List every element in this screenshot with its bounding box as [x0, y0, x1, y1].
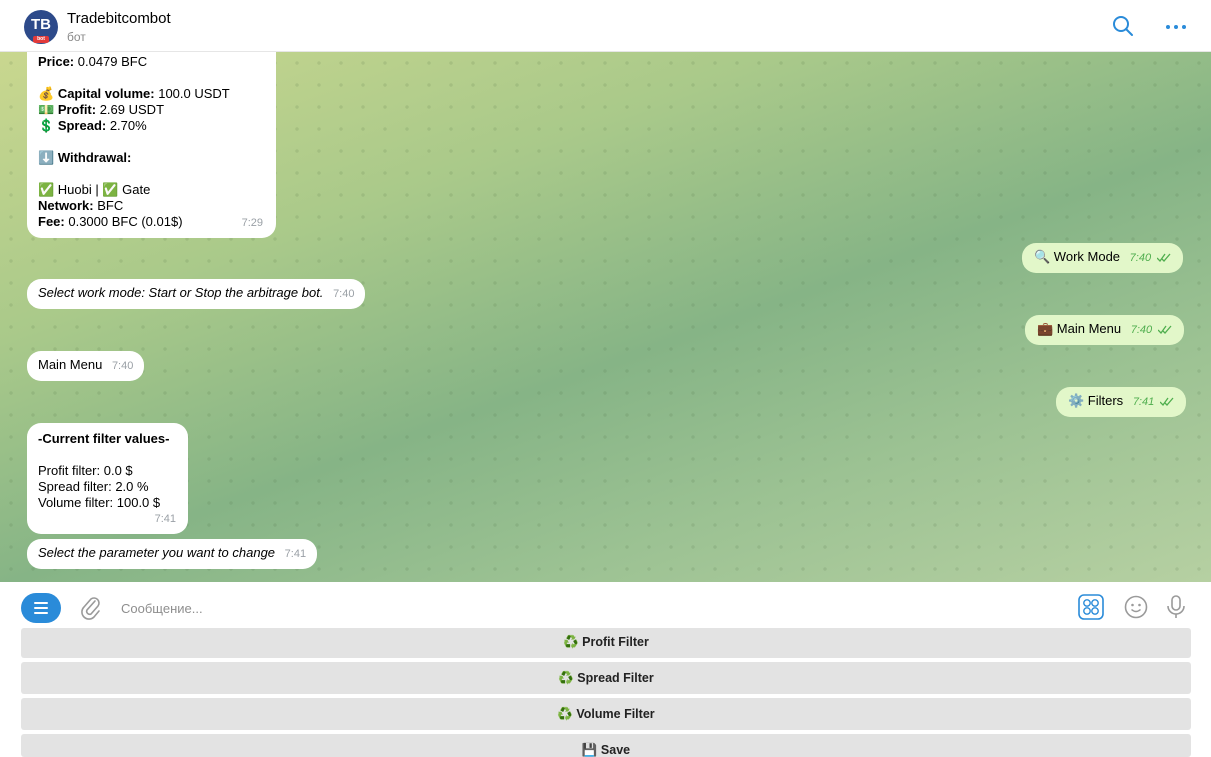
message-input[interactable]	[121, 598, 1021, 618]
message-select-parameter: Select the parameter you want to change …	[27, 539, 318, 569]
message-time: 7:29	[241, 217, 263, 229]
message-time: 7:41	[1132, 396, 1155, 408]
message-filter-values: -Current filter values- Profit filter: 0…	[27, 423, 188, 534]
filter-title: -Current filter values-	[38, 431, 170, 446]
message-time: 7:41	[284, 548, 307, 560]
chat-area[interactable]: Price: 0.0479 BFC 💰 Capital volume: 100.…	[0, 52, 1211, 582]
message-outgoing-work-mode: 🔍 Work Mode 7:40	[1022, 243, 1183, 273]
message-text: 💼 Main Menu	[1037, 321, 1122, 336]
read-check-icon	[1157, 325, 1172, 334]
message-outgoing-filters: ⚙️ Filters 7:41	[1056, 387, 1186, 417]
message-time: 7:40	[111, 360, 134, 372]
emoji-icon[interactable]	[1123, 594, 1149, 620]
message-text: Select the parameter you want to change	[38, 545, 276, 560]
search-icon[interactable]	[1111, 14, 1135, 38]
message-arbitrage: Price: 0.0479 BFC 💰 Capital volume: 100.…	[27, 52, 276, 238]
reply-keyboard: ♻️ Profit Filter ♻️ Spread Filter ♻️ Vol…	[0, 628, 1211, 757]
spread-filter-button[interactable]: ♻️ Spread Filter	[21, 662, 1191, 694]
spread-filter-value: Spread filter: 2.0 %	[38, 479, 149, 494]
microphone-icon[interactable]	[1163, 594, 1189, 620]
profit-filter-value: Profit filter: 0.0 $	[38, 463, 133, 478]
profit-line: 💵 Profit: 2.69 USDT	[38, 102, 165, 117]
withdrawal-line: ⬇️ Withdrawal:	[38, 150, 132, 165]
message-time: 7:41	[154, 513, 176, 525]
attach-icon[interactable]	[79, 594, 103, 620]
read-check-icon	[1156, 253, 1171, 262]
message-work-mode-prompt: Select work mode: Start or Stop the arbi…	[27, 279, 366, 309]
price-line: Price: 0.0479 BFC	[38, 54, 148, 69]
message-text: ⚙️ Filters	[1068, 393, 1124, 408]
message-time: 7:40	[1129, 252, 1152, 264]
profit-filter-button[interactable]: ♻️ Profit Filter	[21, 628, 1191, 658]
message-text: Select work mode: Start or Stop the arbi…	[38, 285, 324, 300]
bot-status: бот	[67, 30, 86, 44]
capital-line: 💰 Capital volume: 100.0 USDT	[38, 86, 230, 101]
network-line: Network: BFC	[38, 198, 124, 213]
read-check-icon	[1159, 397, 1174, 406]
save-button[interactable]: 💾 Save	[21, 734, 1191, 757]
spread-line: 💲 Spread: 2.70%	[38, 118, 147, 133]
message-text: Main Menu	[38, 357, 103, 372]
bot-menu-button[interactable]	[21, 593, 61, 623]
message-main-menu: Main Menu 7:40	[27, 351, 145, 381]
chat-header: TB bot Tradebitcombot бот	[0, 0, 1211, 52]
volume-filter-button[interactable]: ♻️ Volume Filter	[21, 698, 1191, 730]
message-time: 7:40	[333, 288, 355, 300]
more-icon[interactable]	[1164, 14, 1188, 38]
bot-name[interactable]: Tradebitcombot	[67, 10, 171, 27]
message-time: 7:40	[1130, 324, 1153, 336]
composer	[0, 582, 1211, 632]
message-outgoing-main-menu: 💼 Main Menu 7:40	[1025, 315, 1184, 345]
volume-filter-value: Volume filter: 100.0 $	[38, 495, 161, 510]
exchanges-line: ✅ Huobi | ✅ Gate	[38, 182, 151, 197]
message-text: 🔍 Work Mode	[1034, 249, 1121, 264]
avatar-initials: TB	[31, 16, 51, 33]
fee-line: Fee: 0.3000 BFC (0.01$)	[38, 214, 183, 229]
keyboard-toggle-icon[interactable]	[1078, 594, 1104, 620]
avatar-bot-tag: bot	[33, 36, 49, 43]
bot-avatar[interactable]: TB bot	[24, 10, 58, 44]
